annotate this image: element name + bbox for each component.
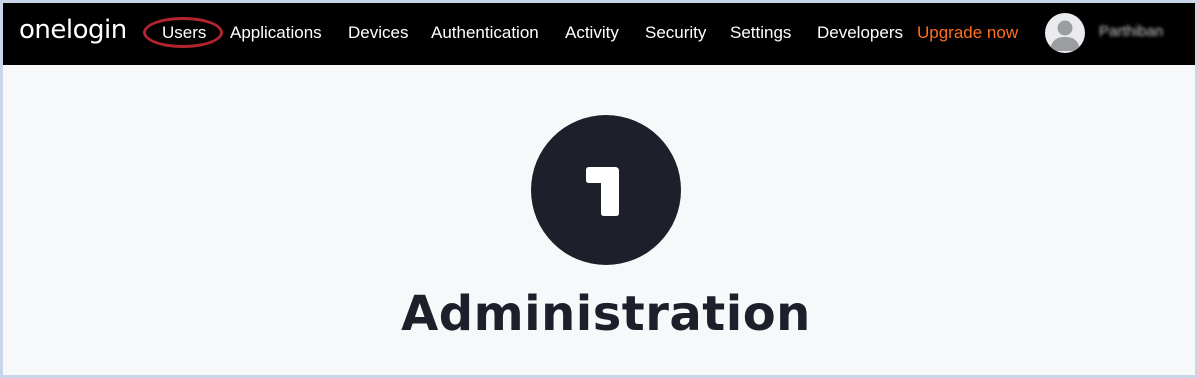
nav-developers[interactable]: Developers bbox=[817, 22, 903, 44]
nav-users[interactable]: Users bbox=[162, 22, 206, 44]
nav-upgrade-now[interactable]: Upgrade now bbox=[917, 22, 1018, 44]
nav-applications[interactable]: Applications bbox=[230, 22, 322, 44]
onelogin-one-mark bbox=[531, 115, 681, 265]
user-avatar-icon[interactable] bbox=[1045, 13, 1085, 53]
user-name[interactable]: Parthiban bbox=[1099, 23, 1163, 41]
page-title: Administration bbox=[401, 286, 811, 342]
nav-settings[interactable]: Settings bbox=[730, 22, 791, 44]
app-window: onelogin Users Applications Devices Auth… bbox=[3, 3, 1195, 375]
top-navigation-bar: onelogin Users Applications Devices Auth… bbox=[3, 3, 1195, 65]
number-one-icon bbox=[586, 167, 619, 216]
user-silhouette-icon bbox=[1050, 20, 1080, 51]
nav-authentication[interactable]: Authentication bbox=[431, 22, 539, 44]
nav-activity[interactable]: Activity bbox=[565, 22, 619, 44]
nav-security[interactable]: Security bbox=[645, 22, 706, 44]
onelogin-logo[interactable]: onelogin bbox=[19, 14, 127, 46]
nav-devices[interactable]: Devices bbox=[348, 22, 408, 44]
